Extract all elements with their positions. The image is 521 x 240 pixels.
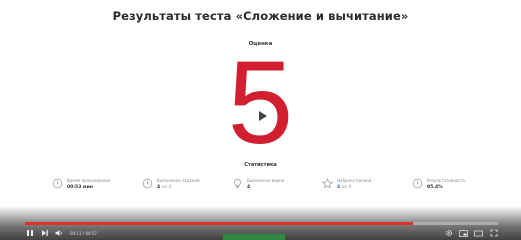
stat-name: Время прохождения	[67, 178, 111, 183]
stat-name: Набрано баллов	[337, 178, 372, 183]
volume-icon	[55, 230, 62, 236]
star-icon	[322, 178, 333, 189]
pause-icon	[26, 230, 33, 236]
settings-button[interactable]	[444, 229, 453, 238]
stat-value: 4 из 4	[157, 185, 200, 190]
video-frame: Результаты теста «Сложение и вычитание» …	[0, 0, 521, 240]
fullscreen-icon	[490, 229, 497, 237]
theater-icon	[474, 230, 483, 236]
miniplayer-button[interactable]	[459, 229, 468, 238]
stats-row: Время прохождения 00:53 мин Выполнено за…	[52, 178, 492, 202]
seek-bar-played	[25, 222, 413, 225]
clock-icon	[52, 178, 63, 189]
miniplayer-icon	[459, 229, 468, 237]
stat-value: 00:53 мин	[67, 185, 93, 190]
theater-mode-button[interactable]	[474, 229, 483, 238]
stat-item-tasks-done: Выполнено заданий 4 из 4	[142, 178, 222, 202]
skip-next-icon	[41, 230, 48, 236]
play-button[interactable]	[247, 101, 277, 131]
clock-icon	[142, 178, 153, 189]
stat-value-number: 4	[157, 185, 161, 190]
stat-value: 95.4%	[427, 185, 443, 190]
page-title: Результаты теста «Сложение и вычитание»	[112, 9, 409, 23]
clock-icon	[412, 178, 423, 189]
stat-value-number: 4	[337, 185, 341, 190]
gear-icon	[445, 229, 452, 237]
stat-name: Выполнено заданий	[157, 178, 200, 183]
stat-item-points: Набрано баллов 4 из 4	[322, 178, 402, 202]
volume-button[interactable]	[55, 229, 64, 238]
stat-item-performance: Результативность 95.4%	[412, 178, 492, 202]
play-icon	[259, 111, 267, 121]
stat-value-extra: из 4	[161, 185, 172, 190]
stat-item-time: Время прохождения 00:53 мин	[52, 178, 132, 202]
fullscreen-button[interactable]	[489, 229, 498, 238]
seek-bar[interactable]	[25, 222, 498, 225]
stat-value-extra: из 4	[341, 185, 352, 190]
stat-name: Выполнено верно	[247, 178, 285, 183]
stats-label: Статистика	[244, 162, 277, 168]
stat-value: 4 из 4	[337, 185, 371, 190]
next-button[interactable]	[40, 229, 49, 238]
play-pause-button[interactable]	[25, 229, 34, 238]
accent-strip	[223, 234, 285, 240]
time-display: 00:11 / 00:57	[70, 230, 97, 236]
stat-value: 4	[247, 185, 251, 190]
bulb-icon	[234, 179, 241, 189]
stat-name: Результативность	[427, 178, 466, 183]
stat-item-correct: Выполнено верно 4	[232, 178, 312, 202]
